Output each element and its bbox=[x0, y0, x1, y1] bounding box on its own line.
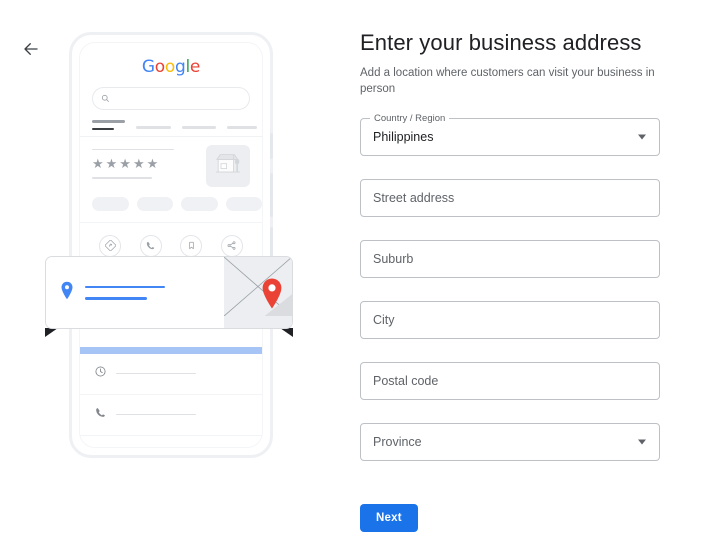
detail-text-placeholder bbox=[116, 372, 196, 375]
card-shadow-wedge bbox=[45, 328, 58, 337]
address-line-placeholder bbox=[85, 285, 165, 288]
chip bbox=[181, 196, 218, 211]
tab-label-placeholder bbox=[136, 126, 171, 129]
city-placeholder: City bbox=[373, 313, 395, 328]
map-card-text-lines bbox=[85, 285, 165, 300]
google-logo-letter-3: g bbox=[174, 57, 186, 77]
google-logo-letter-1: o bbox=[154, 57, 165, 77]
postal-code-input[interactable]: Postal code bbox=[360, 362, 660, 401]
map-accent-bar bbox=[80, 346, 262, 354]
map-marker-icon bbox=[260, 277, 284, 315]
street-address-input[interactable]: Street address bbox=[360, 179, 660, 218]
country-region-select[interactable]: Country / Region Philippines bbox=[360, 113, 660, 157]
phone-tab bbox=[227, 120, 257, 129]
tab-active-underline bbox=[92, 127, 114, 130]
phone-search-bar bbox=[92, 87, 250, 110]
phone-tab bbox=[136, 120, 171, 129]
search-icon bbox=[101, 94, 110, 103]
tab-label-placeholder bbox=[182, 126, 216, 129]
arrow-left-icon bbox=[22, 40, 40, 58]
google-logo-letter-0: G bbox=[141, 57, 155, 77]
google-logo-letter-5: e bbox=[189, 57, 201, 77]
google-logo-letter-2: o bbox=[164, 57, 175, 77]
page-subtitle: Add a location where customers can visit… bbox=[360, 67, 655, 96]
phone-tab-active bbox=[92, 120, 125, 130]
share-icon bbox=[220, 234, 243, 257]
country-region-label: Country / Region bbox=[370, 113, 450, 125]
address-form: Enter your business address Add a locati… bbox=[360, 30, 660, 533]
address-line-placeholder bbox=[85, 297, 147, 300]
phone-icon bbox=[94, 406, 107, 424]
bookmark-icon bbox=[180, 234, 203, 257]
back-button[interactable] bbox=[18, 36, 44, 62]
chevron-down-icon[interactable] bbox=[638, 439, 646, 445]
postal-code-placeholder: Postal code bbox=[373, 374, 439, 389]
street-address-placeholder: Street address bbox=[373, 191, 455, 206]
chip bbox=[92, 196, 129, 211]
detail-row bbox=[80, 395, 262, 436]
chip bbox=[225, 196, 262, 211]
google-logo: Google bbox=[80, 57, 262, 77]
detail-text-placeholder bbox=[116, 413, 196, 416]
city-input[interactable]: City bbox=[360, 301, 660, 340]
map-card-address bbox=[46, 257, 224, 328]
clock-icon bbox=[94, 365, 107, 383]
province-placeholder: Province bbox=[373, 435, 422, 450]
suburb-placeholder: Suburb bbox=[373, 252, 414, 267]
phone-icon bbox=[139, 234, 162, 257]
phone-tab bbox=[182, 120, 216, 129]
detail-row bbox=[80, 354, 262, 395]
business-name-placeholder bbox=[92, 148, 174, 150]
address-map-card bbox=[45, 256, 293, 329]
tab-label-placeholder bbox=[227, 126, 257, 129]
phone-side-button bbox=[270, 173, 273, 217]
tab-label-placeholder bbox=[92, 120, 125, 123]
suburb-input[interactable]: Suburb bbox=[360, 240, 660, 279]
country-region-value: Philippines bbox=[373, 130, 434, 145]
next-button[interactable]: Next bbox=[360, 504, 418, 533]
business-thumbnail bbox=[206, 144, 250, 187]
card-shadow-wedge bbox=[280, 328, 293, 337]
phone-screen: Google ★★★★★ bbox=[79, 42, 263, 448]
phone-side-button bbox=[270, 133, 273, 159]
detail-row bbox=[80, 436, 262, 448]
phone-mockup: Google ★★★★★ bbox=[69, 32, 273, 458]
location-pin-icon bbox=[60, 281, 74, 305]
map-preview bbox=[224, 257, 292, 328]
chip bbox=[136, 196, 173, 211]
province-select[interactable]: Province bbox=[360, 423, 660, 462]
action-chips bbox=[80, 187, 262, 211]
chevron-down-icon[interactable] bbox=[638, 134, 646, 140]
rating-stars: ★★★★★ bbox=[92, 156, 161, 171]
page-title: Enter your business address bbox=[360, 30, 642, 55]
business-summary-text: ★★★★★ bbox=[92, 145, 174, 187]
onboarding-illustration: Google ★★★★★ bbox=[45, 28, 305, 468]
business-category-placeholder bbox=[92, 177, 152, 179]
storefront-icon bbox=[214, 150, 242, 181]
globe-icon bbox=[94, 447, 107, 448]
directions-icon bbox=[99, 234, 122, 257]
business-summary: ★★★★★ bbox=[80, 137, 262, 187]
phone-tab-row bbox=[80, 120, 262, 137]
